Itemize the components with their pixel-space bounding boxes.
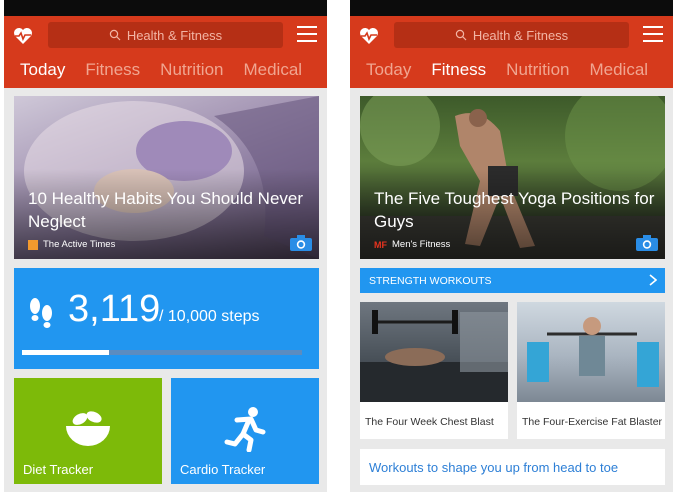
strength-workouts-header[interactable]: STRENGTH WORKOUTS	[360, 268, 665, 293]
menu-icon[interactable]	[643, 26, 663, 42]
status-bar	[4, 0, 327, 16]
hero-source: MF Men's Fitness	[374, 239, 450, 250]
tab-nutrition[interactable]: Nutrition	[486, 60, 569, 86]
section-title: STRENGTH WORKOUTS	[369, 274, 492, 287]
chevron-right-icon	[649, 274, 657, 286]
diet-tracker-label: Diet Tracker	[23, 462, 94, 477]
workouts-link-text: Workouts to shape you up from head to to…	[369, 459, 619, 475]
cardio-tracker-tile[interactable]: Cardio Tracker	[171, 378, 319, 484]
menu-icon[interactable]	[297, 26, 317, 42]
bench-press-photo	[360, 310, 508, 402]
workout-card-title: The Four-Exercise Fat Blaster	[522, 416, 663, 428]
tab-bar: Today Fitness Nutrition Medical	[4, 60, 327, 86]
workout-card[interactable]: The Four-Exercise Fat Blaster	[517, 302, 665, 439]
diet-tracker-tile[interactable]: Diet Tracker	[14, 378, 162, 484]
search-icon	[455, 29, 467, 41]
workouts-link[interactable]: Workouts to shape you up from head to to…	[360, 449, 665, 485]
source-logo-icon	[28, 239, 38, 250]
search-icon	[109, 29, 121, 41]
tab-medical[interactable]: Medical	[223, 60, 302, 86]
cardio-tracker-label: Cardio Tracker	[180, 462, 266, 477]
source-logo: MF	[374, 239, 387, 250]
running-icon	[224, 407, 266, 452]
search-input[interactable]: Health & Fitness	[394, 22, 629, 48]
hero-article-card[interactable]: 10 Healthy Habits You Should Never Negle…	[14, 96, 319, 259]
search-placeholder: Health & Fitness	[472, 27, 569, 43]
status-bar	[350, 0, 673, 16]
salad-bowl-icon	[66, 411, 110, 446]
tab-today[interactable]: Today	[4, 60, 65, 86]
heart-pulse-icon[interactable]	[12, 25, 34, 47]
phone-screen-today: Health & Fitness Today Fitness Nutrition…	[4, 0, 327, 492]
hero-source-name: Men's Fitness	[392, 239, 451, 250]
camera-icon[interactable]	[289, 234, 313, 252]
workout-card-image	[517, 302, 665, 402]
search-placeholder: Health & Fitness	[126, 27, 223, 43]
app-screenshot: Health & Fitness Today Fitness Nutrition…	[0, 0, 677, 492]
squat-class-photo	[527, 317, 659, 387]
hero-article-card[interactable]: The Five Toughest Yoga Positions for Guy…	[360, 96, 665, 259]
hero-title: The Five Toughest Yoga Positions for Guy…	[374, 189, 655, 231]
app-header: Health & Fitness Today Fitness Nutrition…	[4, 16, 327, 88]
steps-goal: / 10,000 steps	[159, 308, 260, 325]
tab-fitness[interactable]: Fitness	[411, 60, 486, 86]
phone-screen-fitness: Health & Fitness Today Fitness Nutrition…	[350, 0, 673, 492]
hero-source-name: The Active Times	[43, 239, 116, 250]
heart-pulse-icon[interactable]	[358, 25, 380, 47]
steps-count: 3,119	[68, 288, 161, 330]
camera-icon[interactable]	[635, 234, 659, 252]
app-header: Health & Fitness Today Fitness Nutrition…	[350, 16, 673, 88]
search-input[interactable]: Health & Fitness	[48, 22, 283, 48]
workout-card-image	[360, 302, 508, 402]
footprints-icon	[30, 298, 52, 328]
tab-bar: Today Fitness Nutrition Medical	[350, 60, 673, 86]
tab-medical[interactable]: Medical	[569, 60, 648, 86]
steps-progress-fill	[22, 350, 109, 355]
today-feed: 10 Healthy Habits You Should Never Negle…	[4, 88, 327, 492]
tab-today[interactable]: Today	[350, 60, 411, 86]
workout-card[interactable]: The Four Week Chest Blast	[360, 302, 508, 439]
tab-nutrition[interactable]: Nutrition	[140, 60, 223, 86]
hero-title: 10 Healthy Habits You Should Never Negle…	[28, 189, 304, 231]
steps-tracker-card[interactable]: 3,119 / 10,000 steps	[14, 268, 319, 369]
hero-source: The Active Times	[28, 239, 115, 250]
steps-progress-bar	[22, 350, 302, 355]
fitness-feed: The Five Toughest Yoga Positions for Guy…	[350, 88, 673, 492]
workout-card-title: The Four Week Chest Blast	[365, 416, 494, 428]
tab-fitness[interactable]: Fitness	[65, 60, 140, 86]
